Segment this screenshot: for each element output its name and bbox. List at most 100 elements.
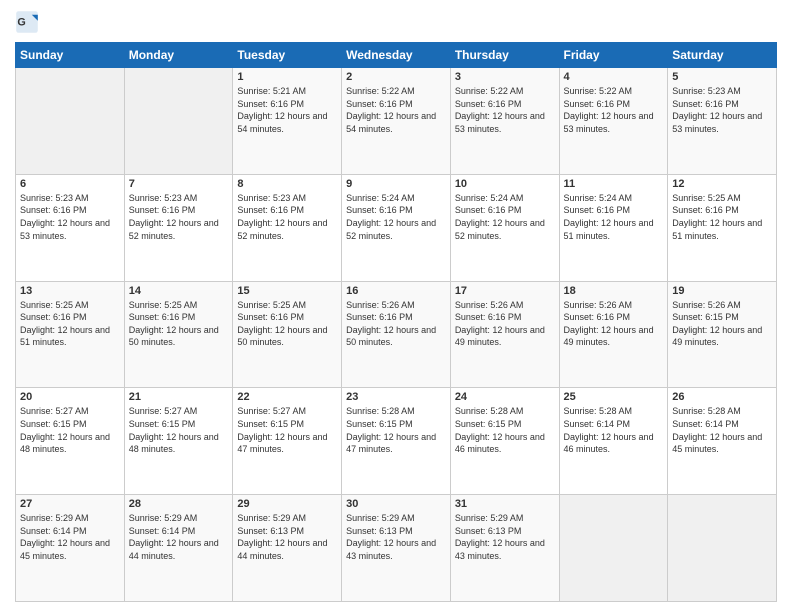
day-number: 3 (455, 71, 555, 83)
calendar-cell: 12 Sunrise: 5:25 AM Sunset: 6:16 PM Dayli… (668, 174, 777, 281)
calendar-body: 1Sunrise: 5:21 AM Sunset: 6:16 PM Daylig… (16, 68, 777, 602)
calendar-cell: 26 Sunrise: 5:28 AM Sunset: 6:14 PM Dayli… (668, 388, 777, 495)
day-number: 14 (129, 285, 229, 297)
day-info: Sunrise: 5:28 AM Sunset: 6:14 PM Dayligh… (564, 405, 664, 455)
calendar-cell: 4 Sunrise: 5:22 AM Sunset: 6:16 PM Daylig… (559, 68, 668, 175)
day-info: Sunrise: 5:29 AM Sunset: 6:13 PM Dayligh… (455, 512, 555, 562)
week-row-4: 20 Sunrise: 5:27 AM Sunset: 6:15 PM Dayli… (16, 388, 777, 495)
calendar-cell: 17Sunrise: 5:26 AM Sunset: 6:16 PM Dayli… (450, 281, 559, 388)
day-number: 26 (672, 391, 772, 403)
day-number: 17 (455, 285, 555, 297)
calendar-cell: 27 Sunrise: 5:29 AM Sunset: 6:14 PM Dayli… (16, 495, 125, 602)
day-number: 6 (20, 178, 120, 190)
calendar-cell: 13 Sunrise: 5:25 AM Sunset: 6:16 PM Dayli… (16, 281, 125, 388)
week-row-2: 6 Sunrise: 5:23 AM Sunset: 6:16 PM Daylig… (16, 174, 777, 281)
day-info: Sunrise: 5:29 AM Sunset: 6:13 PM Dayligh… (237, 512, 337, 562)
weekday-header-friday: Friday (559, 43, 668, 68)
calendar-cell: 19Sunrise: 5:26 AM Sunset: 6:15 PM Dayli… (668, 281, 777, 388)
day-number: 4 (564, 71, 664, 83)
weekday-header-sunday: Sunday (16, 43, 125, 68)
day-number: 23 (346, 391, 446, 403)
day-number: 24 (455, 391, 555, 403)
weekday-header-monday: Monday (124, 43, 233, 68)
calendar-cell: 2 Sunrise: 5:22 AM Sunset: 6:16 PM Daylig… (342, 68, 451, 175)
calendar-cell: 23Sunrise: 5:28 AM Sunset: 6:15 PM Dayli… (342, 388, 451, 495)
day-info: Sunrise: 5:22 AM Sunset: 6:16 PM Dayligh… (455, 85, 555, 135)
weekday-header-wednesday: Wednesday (342, 43, 451, 68)
day-number: 9 (346, 178, 446, 190)
weekday-header-saturday: Saturday (668, 43, 777, 68)
day-info: Sunrise: 5:26 AM Sunset: 6:16 PM Dayligh… (564, 299, 664, 349)
day-number: 16 (346, 285, 446, 297)
day-info: Sunrise: 5:25 AM Sunset: 6:16 PM Dayligh… (672, 192, 772, 242)
day-info: Sunrise: 5:23 AM Sunset: 6:16 PM Dayligh… (20, 192, 120, 242)
calendar-cell (559, 495, 668, 602)
day-info: Sunrise: 5:26 AM Sunset: 6:16 PM Dayligh… (346, 299, 446, 349)
day-number: 10 (455, 178, 555, 190)
calendar-cell: 16 Sunrise: 5:26 AM Sunset: 6:16 PM Dayli… (342, 281, 451, 388)
calendar-cell: 1Sunrise: 5:21 AM Sunset: 6:16 PM Daylig… (233, 68, 342, 175)
day-number: 20 (20, 391, 120, 403)
general-blue-logo-icon: G (15, 10, 39, 34)
day-info: Sunrise: 5:26 AM Sunset: 6:15 PM Dayligh… (672, 299, 772, 349)
calendar-header: SundayMondayTuesdayWednesdayThursdayFrid… (16, 43, 777, 68)
day-number: 12 (672, 178, 772, 190)
calendar-cell: 18Sunrise: 5:26 AM Sunset: 6:16 PM Dayli… (559, 281, 668, 388)
weekday-header-thursday: Thursday (450, 43, 559, 68)
calendar-cell: 22 Sunrise: 5:27 AM Sunset: 6:15 PM Dayli… (233, 388, 342, 495)
day-number: 28 (129, 498, 229, 510)
calendar-cell (668, 495, 777, 602)
calendar-cell (124, 68, 233, 175)
day-info: Sunrise: 5:22 AM Sunset: 6:16 PM Dayligh… (564, 85, 664, 135)
day-info: Sunrise: 5:29 AM Sunset: 6:14 PM Dayligh… (20, 512, 120, 562)
day-info: Sunrise: 5:28 AM Sunset: 6:15 PM Dayligh… (455, 405, 555, 455)
day-info: Sunrise: 5:29 AM Sunset: 6:14 PM Dayligh… (129, 512, 229, 562)
svg-text:G: G (17, 17, 25, 29)
calendar-cell: 7Sunrise: 5:23 AM Sunset: 6:16 PM Daylig… (124, 174, 233, 281)
day-info: Sunrise: 5:27 AM Sunset: 6:15 PM Dayligh… (129, 405, 229, 455)
calendar-cell: 24 Sunrise: 5:28 AM Sunset: 6:15 PM Dayli… (450, 388, 559, 495)
calendar-cell: 9 Sunrise: 5:24 AM Sunset: 6:16 PM Daylig… (342, 174, 451, 281)
calendar-cell: 8 Sunrise: 5:23 AM Sunset: 6:16 PM Daylig… (233, 174, 342, 281)
day-number: 31 (455, 498, 555, 510)
calendar-cell: 6 Sunrise: 5:23 AM Sunset: 6:16 PM Daylig… (16, 174, 125, 281)
day-number: 13 (20, 285, 120, 297)
day-info: Sunrise: 5:22 AM Sunset: 6:16 PM Dayligh… (346, 85, 446, 135)
calendar-table: SundayMondayTuesdayWednesdayThursdayFrid… (15, 42, 777, 602)
calendar-cell: 25 Sunrise: 5:28 AM Sunset: 6:14 PM Dayli… (559, 388, 668, 495)
header: G (15, 10, 777, 34)
calendar-cell: 31 Sunrise: 5:29 AM Sunset: 6:13 PM Dayli… (450, 495, 559, 602)
day-number: 27 (20, 498, 120, 510)
calendar-cell: 14Sunrise: 5:25 AM Sunset: 6:16 PM Dayli… (124, 281, 233, 388)
weekday-header-tuesday: Tuesday (233, 43, 342, 68)
page: G SundayMondayTuesdayWednesdayThursdayFr… (0, 0, 792, 612)
day-info: Sunrise: 5:25 AM Sunset: 6:16 PM Dayligh… (237, 299, 337, 349)
day-info: Sunrise: 5:21 AM Sunset: 6:16 PM Dayligh… (237, 85, 337, 135)
day-number: 8 (237, 178, 337, 190)
day-info: Sunrise: 5:27 AM Sunset: 6:15 PM Dayligh… (237, 405, 337, 455)
day-number: 15 (237, 285, 337, 297)
day-info: Sunrise: 5:25 AM Sunset: 6:16 PM Dayligh… (20, 299, 120, 349)
day-number: 2 (346, 71, 446, 83)
day-number: 22 (237, 391, 337, 403)
calendar-cell: 28 Sunrise: 5:29 AM Sunset: 6:14 PM Dayli… (124, 495, 233, 602)
calendar-cell: 15 Sunrise: 5:25 AM Sunset: 6:16 PM Dayli… (233, 281, 342, 388)
day-number: 25 (564, 391, 664, 403)
day-info: Sunrise: 5:29 AM Sunset: 6:13 PM Dayligh… (346, 512, 446, 562)
calendar-cell: 20Sunrise: 5:27 AM Sunset: 6:15 PM Dayli… (16, 388, 125, 495)
day-info: Sunrise: 5:24 AM Sunset: 6:16 PM Dayligh… (346, 192, 446, 242)
calendar-cell: 3 Sunrise: 5:22 AM Sunset: 6:16 PM Daylig… (450, 68, 559, 175)
day-number: 29 (237, 498, 337, 510)
day-number: 21 (129, 391, 229, 403)
calendar-cell: 29 Sunrise: 5:29 AM Sunset: 6:13 PM Dayli… (233, 495, 342, 602)
day-info: Sunrise: 5:23 AM Sunset: 6:16 PM Dayligh… (672, 85, 772, 135)
day-number: 30 (346, 498, 446, 510)
week-row-1: 1Sunrise: 5:21 AM Sunset: 6:16 PM Daylig… (16, 68, 777, 175)
day-info: Sunrise: 5:24 AM Sunset: 6:16 PM Dayligh… (455, 192, 555, 242)
day-info: Sunrise: 5:23 AM Sunset: 6:16 PM Dayligh… (237, 192, 337, 242)
day-info: Sunrise: 5:23 AM Sunset: 6:16 PM Dayligh… (129, 192, 229, 242)
day-info: Sunrise: 5:28 AM Sunset: 6:14 PM Dayligh… (672, 405, 772, 455)
week-row-5: 27 Sunrise: 5:29 AM Sunset: 6:14 PM Dayli… (16, 495, 777, 602)
week-row-3: 13 Sunrise: 5:25 AM Sunset: 6:16 PM Dayli… (16, 281, 777, 388)
calendar-cell: 30 Sunrise: 5:29 AM Sunset: 6:13 PM Dayli… (342, 495, 451, 602)
